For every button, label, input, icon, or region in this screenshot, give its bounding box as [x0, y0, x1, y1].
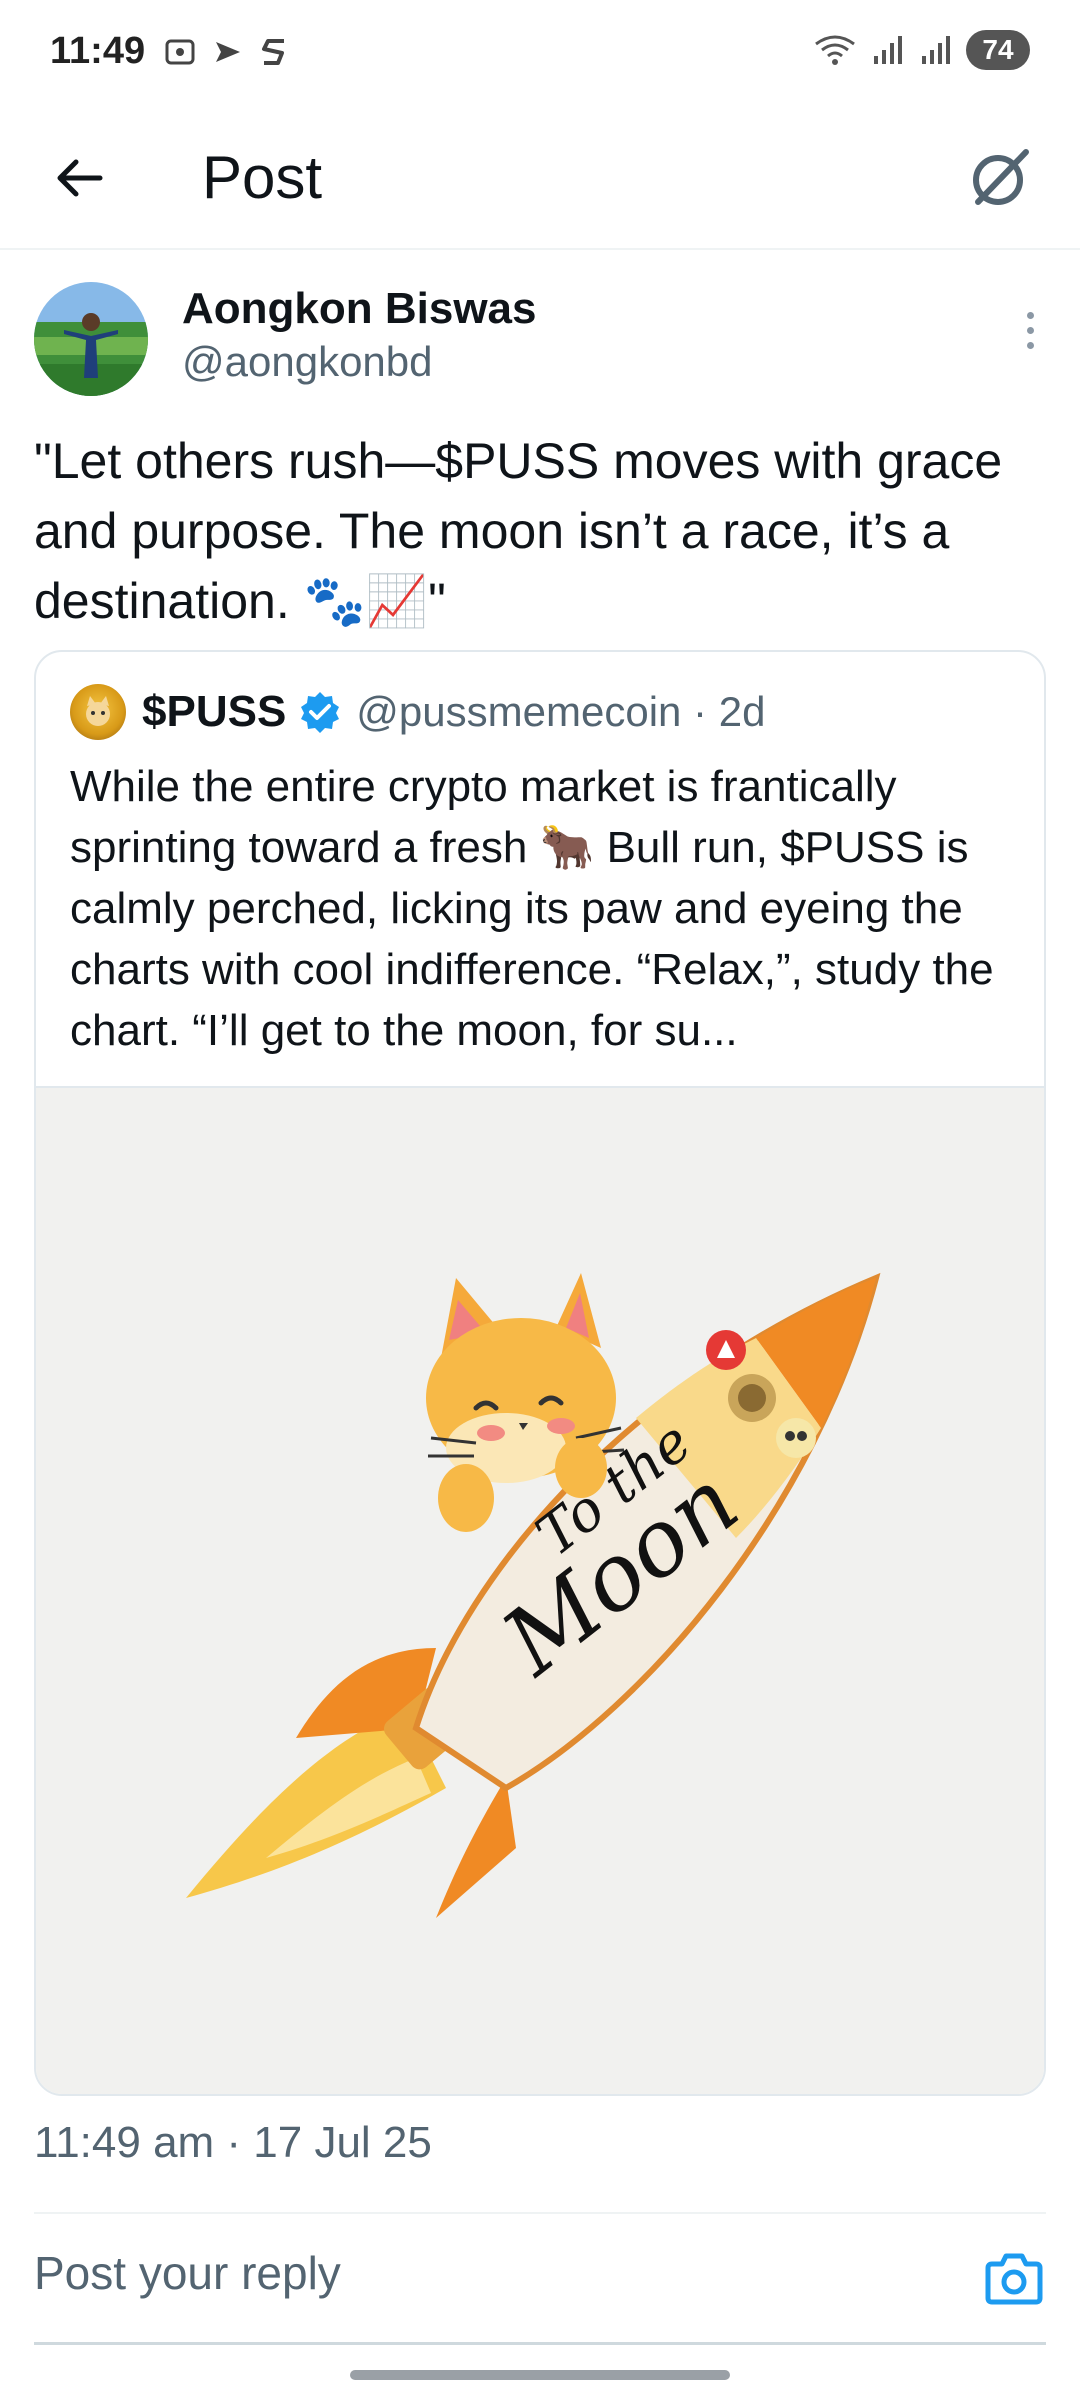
top-app-bar: Post [0, 110, 1080, 250]
avatar-image [34, 282, 148, 396]
divider [34, 2212, 1046, 2214]
reply-bar: Post your reply [34, 2218, 1046, 2338]
quoted-avatar [70, 684, 126, 740]
author-handle[interactable]: @aongkonbd [182, 338, 433, 386]
verified-badge-icon [301, 692, 340, 733]
battery-indicator: 74 [966, 30, 1030, 70]
camera-button[interactable] [982, 2246, 1046, 2310]
quoted-text: While the entire crypto market is franti… [70, 762, 994, 1055]
camera-icon [985, 2253, 1043, 2305]
reply-input[interactable]: Post your reply [34, 2246, 341, 2300]
quoted-name: $PUSS [142, 687, 287, 736]
post-text: "Let others rush—$PUSS moves with grace … [34, 433, 1003, 629]
reply-divider [34, 2342, 1046, 2345]
rocket-cat-illustration: To the Moon [186, 1272, 881, 1918]
send-icon [216, 42, 240, 62]
arrow-left-icon [57, 159, 103, 197]
wifi-icon [815, 35, 855, 65]
more-dots-icon [1026, 311, 1034, 319]
signal-icon [874, 36, 902, 64]
quoted-post-header: $PUSS @pussmemecoin · 2d [70, 684, 765, 740]
quoted-image[interactable]: To the Moon [36, 1086, 1044, 2094]
grok-button[interactable] [956, 134, 1044, 222]
back-button[interactable] [40, 138, 120, 218]
post-timestamp: 11:49 am · 17 Jul 25 [34, 2118, 432, 2167]
grok-icon [973, 149, 1029, 205]
author-name[interactable]: Aongkon Biswas [182, 284, 537, 334]
more-options-button[interactable] [1010, 300, 1050, 360]
status-time: 11:49 [50, 30, 146, 72]
status-notification-icons [162, 34, 292, 70]
status-bar: 11:49 74 [0, 0, 1080, 110]
signal-icon-2 [922, 36, 950, 64]
quoted-handle: @pussmemecoin · 2d [356, 688, 766, 735]
screenshot-icon [165, 39, 195, 65]
page-title: Post [202, 144, 323, 211]
s-app-icon [262, 39, 284, 65]
home-indicator[interactable] [350, 2370, 730, 2380]
quoted-post[interactable]: $PUSS @pussmemecoin · 2d While the entir… [34, 650, 1046, 2096]
status-system-icons: 74 [812, 30, 1030, 70]
author-avatar[interactable] [34, 282, 148, 396]
cat-coin-icon [86, 696, 110, 726]
